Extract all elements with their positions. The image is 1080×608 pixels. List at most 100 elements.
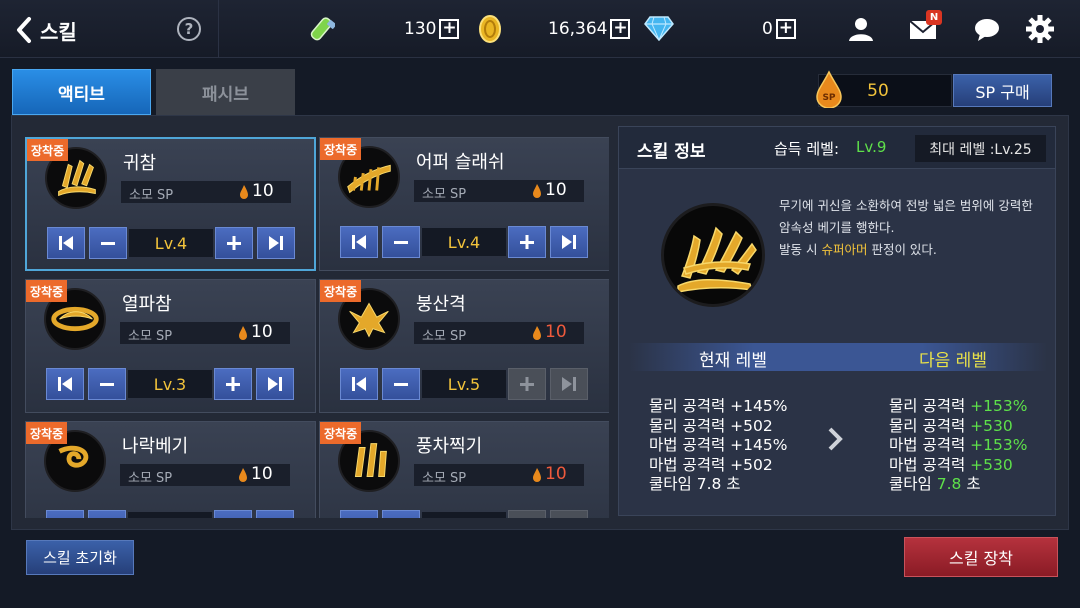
level-controls: Lv.5: [340, 368, 590, 400]
equipped-badge: 장착중: [320, 138, 362, 160]
skill-card[interactable]: 장착중 귀참 소모 SP 10 Lv.4: [25, 137, 316, 271]
level-min-button[interactable]: [47, 227, 85, 259]
level-display: [128, 512, 212, 518]
skill-equip-button[interactable]: 스킬 장착: [904, 537, 1058, 577]
level-min-button[interactable]: [340, 510, 378, 518]
level-up-button[interactable]: [214, 510, 252, 518]
sp-cost-value: 10: [545, 180, 567, 200]
level-controls: Lv.4: [340, 226, 590, 258]
sp-cost-row: 소모 SP 10: [120, 322, 290, 344]
sp-cost-row: 소모 SP 10: [414, 180, 584, 202]
level-min-button[interactable]: [46, 368, 84, 400]
level-max-button[interactable]: [256, 368, 294, 400]
sp-cost-value: 10: [251, 464, 273, 484]
gear-icon[interactable]: [1024, 13, 1056, 45]
chevron-right-icon: [828, 427, 843, 451]
level-controls: [340, 510, 590, 518]
stat-row: 물리 공격력 +153%: [889, 397, 1027, 417]
flame-icon: [240, 185, 248, 199]
chat-icon[interactable]: [971, 13, 1003, 45]
current-level-label: 현재 레벨: [699, 351, 767, 371]
skill-name: 귀참: [123, 153, 157, 174]
stat-value: 7.8 초: [696, 475, 741, 493]
chevron-left-icon: [17, 17, 31, 43]
learn-level-value: Lv.9: [856, 138, 887, 156]
gold-resource: 16,364 +: [548, 14, 631, 44]
tab-passive-skills[interactable]: 패시브: [156, 69, 295, 115]
learn-level-label: 습득 레벨:: [774, 140, 840, 158]
level-up-button[interactable]: [508, 510, 546, 518]
level-down-button[interactable]: [88, 368, 126, 400]
level-min-button[interactable]: [340, 368, 378, 400]
stat-value: +502: [730, 416, 773, 435]
friends-icon[interactable]: [845, 13, 877, 45]
level-down-button[interactable]: [89, 227, 127, 259]
skill-card[interactable]: 장착중 풍차찍기 소모 SP 10: [319, 421, 609, 518]
level-down-button[interactable]: [88, 510, 126, 518]
level-down-button[interactable]: [382, 368, 420, 400]
skill-name: 풍차찍기: [416, 436, 483, 457]
level-min-button[interactable]: [340, 226, 378, 258]
vial-plus-button[interactable]: +: [439, 19, 460, 39]
help-button[interactable]: ?: [177, 17, 201, 41]
sp-cost-row: 소모 SP 10: [414, 322, 584, 344]
sp-cost-row: 소모 SP 10: [121, 181, 291, 203]
max-level-box: 최대 레벨 :Lv.25: [915, 135, 1046, 162]
level-up-button[interactable]: [215, 227, 253, 259]
equipped-badge: 장착중: [26, 280, 68, 302]
level-max-button[interactable]: [256, 510, 294, 518]
level-max-button[interactable]: [257, 227, 295, 259]
level-up-button[interactable]: [508, 226, 546, 258]
next-level-label: 다음 레벨: [919, 351, 987, 371]
divider: [218, 0, 219, 58]
level-up-button[interactable]: [214, 368, 252, 400]
level-max-button[interactable]: [550, 226, 588, 258]
equipped-badge: 장착중: [320, 280, 362, 302]
skill-reset-button[interactable]: 스킬 초기화: [26, 540, 134, 575]
skill-description: 무기에 귀신을 소환하여 전방 넓은 범위에 강력한 암속성 베기를 행한다. …: [779, 195, 1047, 261]
stat-row: 마법 공격력 +502: [649, 456, 787, 476]
stat-name: 물리 공격력: [889, 416, 966, 435]
level-down-button[interactable]: [382, 510, 420, 518]
stat-name: 쿨타임: [889, 475, 932, 493]
flame-icon: [239, 326, 247, 340]
next-stats: 물리 공격력 +153% 물리 공격력 +530 마법 공격력 +153% 마법…: [889, 397, 1027, 495]
stat-name: 마법 공격력: [649, 436, 726, 454]
stat-row: 쿨타임 7.8 초: [649, 475, 787, 495]
tab-active-skills[interactable]: 액티브: [12, 69, 151, 115]
skill-info-header: 스킬 정보 습득 레벨: Lv.9 최대 레벨 :Lv.25: [619, 127, 1055, 169]
sp-buy-button[interactable]: SP 구매: [953, 74, 1052, 107]
sp-cost-row: 소모 SP 10: [120, 464, 290, 486]
skill-card[interactable]: 장착중 나락베기 소모 SP 10: [25, 421, 316, 518]
flame-icon: [533, 326, 541, 340]
diamond-plus-button[interactable]: +: [775, 19, 796, 39]
stat-value: +145%: [730, 436, 788, 454]
skill-name: 열파참: [122, 294, 172, 315]
stat-value: +502: [730, 455, 773, 474]
vial-icon: [310, 17, 335, 41]
current-stats: 물리 공격력 +145% 물리 공격력 +502 마법 공격력 +145% 마법…: [649, 397, 787, 495]
stat-row: 쿨타임 7.8 초: [889, 475, 1027, 495]
description-post: 판정이 있다.: [867, 242, 937, 257]
skill-list[interactable]: 장착중 귀참 소모 SP 10 Lv.4 장착중 어퍼 슬래쉬 소모 SP 10 Lv.4 장착중 열…: [25, 137, 609, 518]
sp-cost-label: 소모 SP: [422, 187, 467, 202]
description-line-1: 무기에 귀신을 소환하여 전방 넓은 범위에 강력한 암속성 베기를 행한다.: [779, 198, 1033, 235]
skill-card[interactable]: 장착중 붕산격 소모 SP 10 Lv.5: [319, 279, 609, 413]
level-display: Lv.5: [422, 370, 506, 398]
level-display: Lv.3: [128, 370, 212, 398]
back-button[interactable]: 스킬: [14, 14, 114, 46]
stat-row: 마법 공격력 +530: [889, 456, 1027, 476]
level-up-button[interactable]: [508, 368, 546, 400]
level-min-button[interactable]: [46, 510, 84, 518]
level-max-button[interactable]: [550, 368, 588, 400]
skill-name: 어퍼 슬래쉬: [416, 152, 505, 173]
skill-card[interactable]: 장착중어퍼 슬래쉬소모 SP 10 Lv.4: [319, 137, 609, 271]
level-max-button[interactable]: [550, 510, 588, 518]
gold-plus-button[interactable]: +: [610, 19, 631, 39]
gold-count: 16,364: [548, 19, 608, 39]
skill-card[interactable]: 장착중열파참소모 SP 10 Lv.3: [25, 279, 316, 413]
stat-row: 물리 공격력 +530: [889, 417, 1027, 437]
skill-info-title: 스킬 정보: [637, 142, 706, 162]
level-down-button[interactable]: [382, 226, 420, 258]
equipped-badge: 장착중: [320, 422, 362, 444]
